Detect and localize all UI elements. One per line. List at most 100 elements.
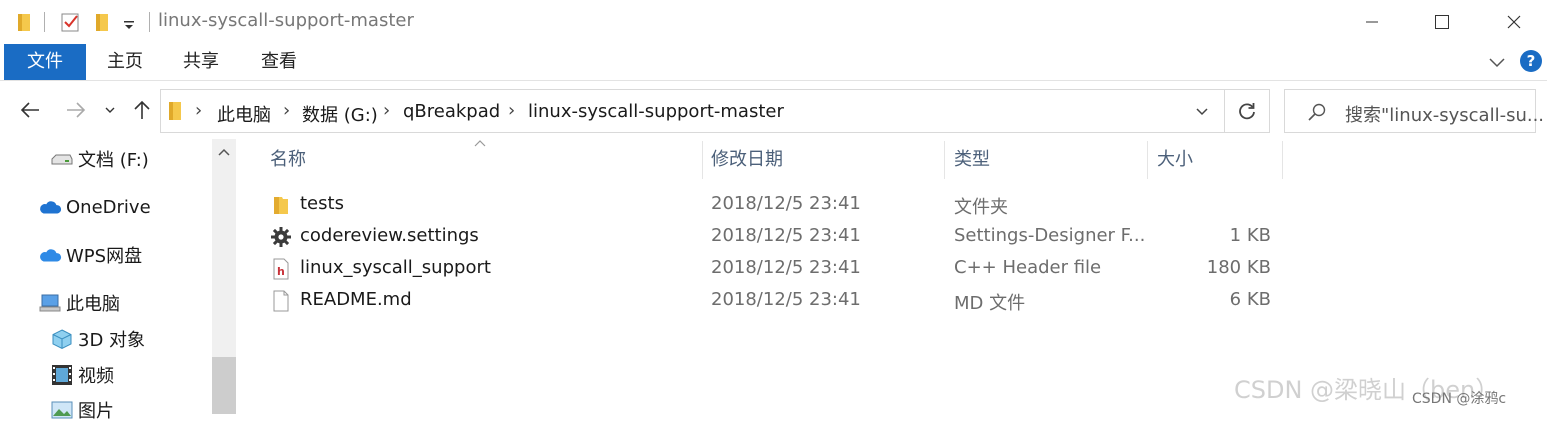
window-title: linux-syscall-support-master [158, 10, 414, 31]
column-divider[interactable] [702, 141, 703, 179]
help-button[interactable]: ? [1520, 50, 1542, 72]
watermark-small: CSDN @涂鸦c [1412, 391, 1507, 407]
cube-icon [50, 328, 74, 350]
refresh-icon [1239, 103, 1255, 120]
scroll-up-icon[interactable] [218, 147, 230, 157]
column-divider[interactable] [1147, 141, 1148, 179]
ribbon-tabs: 文件 主页 共享 查看 ? [0, 44, 1547, 81]
nav-item-pictures[interactable]: 图片 [50, 395, 114, 425]
file-name[interactable]: tests [300, 193, 344, 214]
cloud-icon [38, 196, 62, 218]
breadcrumb-drive[interactable]: 数据 (G:) [302, 101, 378, 127]
search-placeholder: 搜索"linux-syscall-su... [1345, 105, 1545, 126]
minimize-button[interactable] [1352, 8, 1392, 36]
picture-icon [50, 399, 74, 421]
nav-item-label: 视频 [78, 366, 114, 387]
file-modified: 2018/12/5 23:41 [711, 225, 861, 246]
properties-icon[interactable] [60, 11, 82, 33]
file-name[interactable]: codereview.settings [300, 225, 479, 246]
tab-home[interactable]: 主页 [96, 44, 154, 80]
chevron-down-icon[interactable] [1487, 52, 1507, 72]
breadcrumb-this-pc[interactable]: 此电脑 [217, 101, 271, 127]
scrollbar-thumb[interactable] [212, 357, 236, 414]
file-size: 180 KB [1206, 257, 1271, 278]
nav-item-wps-drive[interactable]: WPS网盘 [38, 240, 142, 270]
file-name[interactable]: linux_syscall_support [300, 257, 491, 278]
search-input[interactable]: 搜索"linux-syscall-su... [1284, 89, 1544, 133]
divider [149, 12, 150, 32]
arrow-left-icon [20, 102, 39, 118]
file-type: C++ Header file [954, 257, 1102, 278]
sort-ascending-icon [474, 140, 486, 147]
nav-item-3d-objects[interactable]: 3D 对象 [50, 324, 145, 354]
breadcrumb-separator[interactable]: › [195, 100, 202, 121]
title-bar: linux-syscall-support-master [0, 0, 1547, 44]
address-bar[interactable]: › 此电脑 › 数据 (G:) › qBreakpad › linux-sysc… [160, 89, 1225, 133]
file-icon [273, 290, 289, 312]
drive-icon [50, 148, 74, 170]
nav-item-onedrive[interactable]: OneDrive [38, 192, 151, 222]
film-icon [50, 364, 74, 386]
tab-file[interactable]: 文件 [4, 44, 86, 80]
maximize-button[interactable] [1422, 8, 1462, 36]
recent-locations-button[interactable] [98, 96, 122, 124]
table-row[interactable]: h linux_syscall_support 2018/12/5 23:41 … [240, 253, 1300, 285]
computer-icon [38, 292, 62, 314]
column-header-type[interactable]: 类型 [954, 139, 990, 181]
minimize-icon [1366, 21, 1378, 23]
nav-item-label: 3D 对象 [78, 330, 146, 351]
file-modified: 2018/12/5 23:41 [711, 289, 861, 310]
cloud-icon [38, 244, 62, 266]
close-icon [1507, 15, 1521, 29]
breadcrumb-separator[interactable]: › [383, 100, 390, 121]
divider [44, 12, 45, 32]
refresh-button[interactable] [1224, 89, 1270, 133]
back-button[interactable] [16, 96, 44, 124]
close-button[interactable] [1494, 8, 1534, 36]
file-type: Settings-Designer F... [954, 225, 1146, 246]
column-header-size[interactable]: 大小 [1157, 139, 1193, 181]
chevron-down-icon [105, 107, 115, 113]
column-divider[interactable] [1282, 141, 1283, 179]
nav-item-label: 图片 [78, 401, 114, 422]
nav-item-drive-f[interactable]: 文档 (F:) [50, 144, 149, 174]
navigation-bar: › 此电脑 › 数据 (G:) › qBreakpad › linux-sysc… [0, 81, 1547, 139]
customize-toolbar-icon[interactable] [122, 11, 136, 33]
tab-share[interactable]: 共享 [172, 44, 230, 80]
folder-icon [274, 197, 288, 214]
new-folder-icon[interactable] [94, 11, 112, 33]
file-size: 1 KB [1229, 225, 1271, 246]
arrow-right-icon [67, 102, 86, 118]
breadcrumb-separator[interactable]: › [508, 100, 515, 121]
nav-item-label: 文档 (F:) [78, 150, 149, 171]
navigation-scrollbar[interactable] [212, 139, 236, 414]
forward-button[interactable] [62, 96, 90, 124]
breadcrumb-current-folder[interactable]: linux-syscall-support-master [528, 101, 784, 122]
arrow-up-icon [134, 100, 150, 119]
search-icon [1308, 103, 1326, 121]
nav-item-label: OneDrive [66, 196, 151, 218]
table-row[interactable]: README.md 2018/12/5 23:41 MD 文件 6 KB [240, 285, 1300, 317]
folder-icon[interactable] [16, 11, 34, 33]
breadcrumb-separator[interactable]: › [283, 100, 290, 121]
column-divider[interactable] [944, 141, 945, 179]
column-header-name[interactable]: 名称 [270, 139, 306, 181]
file-type: MD 文件 [954, 293, 1026, 314]
breadcrumb-qbreakpad[interactable]: qBreakpad [403, 101, 500, 122]
nav-item-videos[interactable]: 视频 [50, 360, 114, 390]
file-name[interactable]: README.md [300, 289, 412, 310]
file-modified: 2018/12/5 23:41 [711, 193, 861, 214]
tab-view[interactable]: 查看 [250, 44, 308, 80]
file-size: 6 KB [1229, 289, 1271, 310]
nav-item-this-pc[interactable]: 此电脑 [38, 288, 120, 318]
nav-item-label: 此电脑 [66, 294, 120, 315]
chevron-down-icon[interactable] [1195, 106, 1209, 118]
table-row[interactable]: codereview.settings 2018/12/5 23:41 Sett… [240, 221, 1300, 253]
up-button[interactable] [128, 96, 156, 124]
nav-item-label: WPS网盘 [66, 246, 143, 267]
file-modified: 2018/12/5 23:41 [711, 257, 861, 278]
table-row[interactable]: tests 2018/12/5 23:41 文件夹 [240, 189, 1300, 221]
column-header-modified[interactable]: 修改日期 [711, 139, 783, 181]
maximize-icon [1435, 15, 1449, 29]
file-type: 文件夹 [954, 197, 1008, 218]
